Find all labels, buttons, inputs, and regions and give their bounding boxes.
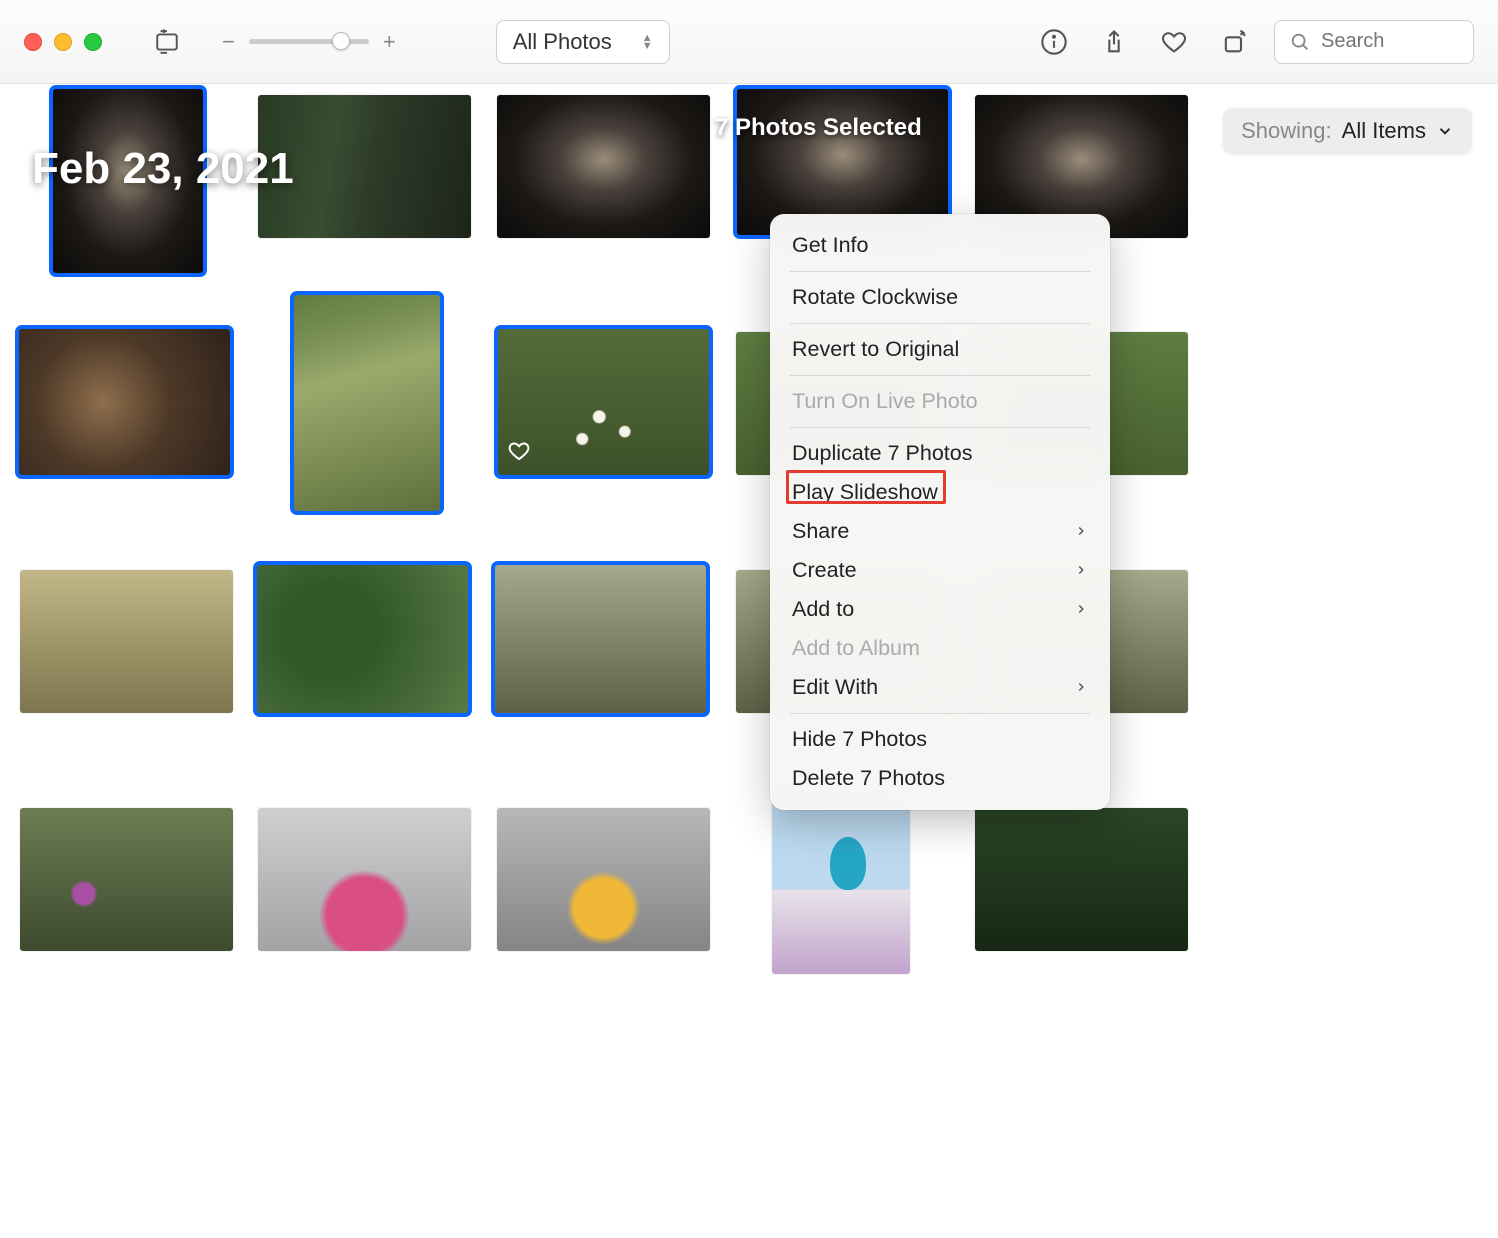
menu-separator <box>790 427 1090 428</box>
zoom-slider[interactable] <box>249 39 369 44</box>
chevron-right-icon <box>1074 558 1088 583</box>
favorite-button[interactable] <box>1154 22 1194 62</box>
menu-separator <box>790 713 1090 714</box>
photo-thumbnail[interactable] <box>293 294 441 512</box>
photo-thumbnail[interactable] <box>256 564 469 714</box>
zoom-in-button[interactable]: + <box>383 29 396 55</box>
photo-thumbnail[interactable] <box>52 88 204 274</box>
photo-thumbnail[interactable] <box>497 328 710 476</box>
window-controls <box>24 33 102 51</box>
ctx-turn-on-live-photo: Turn On Live Photo <box>770 382 1110 421</box>
heart-icon <box>507 439 531 463</box>
photo-grid-canvas: Feb 23, 2021 7 Photos Selected Showing: … <box>0 84 1498 1238</box>
chevron-right-icon <box>1074 597 1088 622</box>
zoom-out-button[interactable]: − <box>222 29 235 55</box>
ctx-add-to[interactable]: Add to <box>770 590 1110 629</box>
showing-value: All Items <box>1342 118 1426 144</box>
showing-filter-button[interactable]: Showing: All Items <box>1223 108 1472 154</box>
search-icon <box>1289 31 1311 53</box>
updown-chevron-icon: ▲▼ <box>642 34 653 50</box>
context-menu: Get Info Rotate Clockwise Revert to Orig… <box>770 214 1110 810</box>
menu-separator <box>790 375 1090 376</box>
photo-thumbnail[interactable] <box>20 808 233 951</box>
sidebar-toggle-icon <box>154 29 180 55</box>
heart-icon <box>1160 28 1188 56</box>
photo-thumbnail[interactable] <box>772 784 910 974</box>
info-button[interactable] <box>1034 22 1074 62</box>
photo-thumbnail[interactable] <box>258 808 471 951</box>
toolbar: − + All Photos ▲▼ <box>0 0 1498 84</box>
ctx-add-to-album: Add to Album <box>770 629 1110 668</box>
zoom-control: − + <box>222 29 396 55</box>
ctx-hide[interactable]: Hide 7 Photos <box>770 720 1110 759</box>
photo-thumbnail[interactable] <box>497 95 710 238</box>
chevron-right-icon <box>1074 675 1088 700</box>
showing-label: Showing: <box>1241 118 1332 144</box>
photo-thumbnail[interactable] <box>975 808 1188 951</box>
photo-thumbnail[interactable] <box>258 95 471 238</box>
photo-thumbnail[interactable] <box>497 808 710 951</box>
view-selector-label: All Photos <box>513 29 612 55</box>
ctx-play-slideshow[interactable]: Play Slideshow <box>770 473 1110 512</box>
close-window-button[interactable] <box>24 33 42 51</box>
share-button[interactable] <box>1094 22 1134 62</box>
search-input[interactable] <box>1321 30 1451 53</box>
ctx-share[interactable]: Share <box>770 512 1110 551</box>
ctx-revert-original[interactable]: Revert to Original <box>770 330 1110 369</box>
fullscreen-window-button[interactable] <box>84 33 102 51</box>
photo-thumbnail[interactable] <box>494 564 707 714</box>
ctx-delete[interactable]: Delete 7 Photos <box>770 759 1110 798</box>
photo-grid <box>0 84 1498 1238</box>
rotate-icon <box>1220 28 1248 56</box>
ctx-rotate-clockwise[interactable]: Rotate Clockwise <box>770 278 1110 317</box>
chevron-down-icon <box>1436 122 1454 140</box>
photo-thumbnail[interactable] <box>20 570 233 713</box>
minimize-window-button[interactable] <box>54 33 72 51</box>
sidebar-toggle-button[interactable] <box>152 27 182 57</box>
favorite-badge <box>507 439 531 468</box>
zoom-slider-thumb[interactable] <box>332 32 350 50</box>
share-icon <box>1100 28 1128 56</box>
ctx-duplicate[interactable]: Duplicate 7 Photos <box>770 434 1110 473</box>
chevron-right-icon <box>1074 519 1088 544</box>
photo-thumbnail[interactable] <box>18 328 231 476</box>
info-icon <box>1040 28 1068 56</box>
ctx-get-info[interactable]: Get Info <box>770 226 1110 265</box>
search-box[interactable] <box>1274 20 1474 64</box>
ctx-edit-with[interactable]: Edit With <box>770 668 1110 707</box>
menu-separator <box>790 271 1090 272</box>
ctx-create[interactable]: Create <box>770 551 1110 590</box>
view-selector[interactable]: All Photos ▲▼ <box>496 20 670 64</box>
rotate-button[interactable] <box>1214 22 1254 62</box>
menu-separator <box>790 323 1090 324</box>
